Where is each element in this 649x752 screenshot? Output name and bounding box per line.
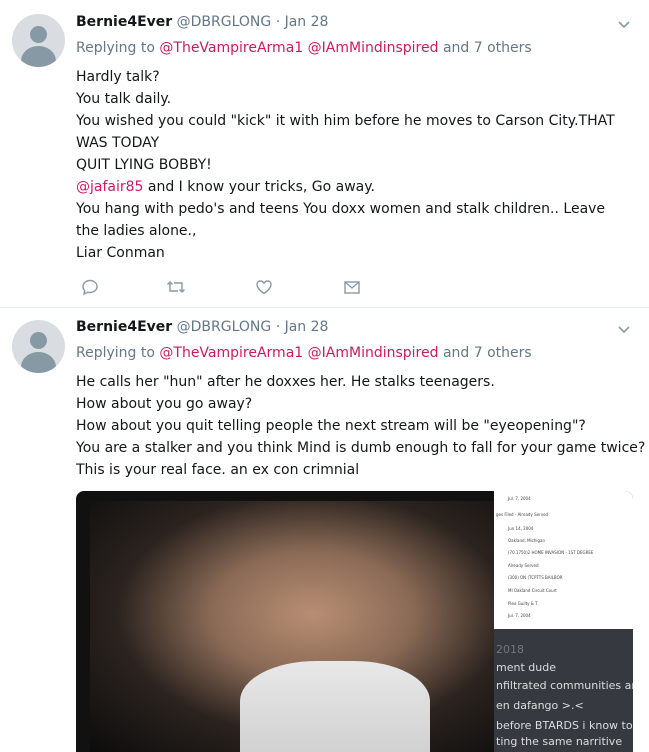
display-name[interactable]: Bernie4Ever	[76, 14, 172, 30]
doc-line: (300) ON (TCPTTS BAILBOR	[508, 575, 563, 580]
doc-line: Jul. 7, 2004	[508, 613, 531, 618]
reply-icon[interactable]	[80, 278, 100, 298]
replying-to: Replying to @TheVampireArma1 @IAmMindins…	[76, 40, 532, 56]
tweet-header: Bernie4Ever @DBRGLONG · Jan 28	[76, 319, 328, 335]
tweet-line: Liar Conman	[76, 245, 165, 261]
tweet-line: Hardly talk?	[76, 69, 160, 85]
tweet[interactable]: Bernie4Ever @DBRGLONG · Jan 28 Replying …	[0, 308, 649, 752]
avatar[interactable]	[12, 320, 65, 373]
dm-icon[interactable]	[342, 278, 362, 298]
chevron-down-icon[interactable]	[617, 18, 631, 32]
doc-line: Plea Guilty & T	[508, 601, 538, 606]
chat-line: ment dude	[496, 661, 556, 674]
chat-line: 2018	[496, 643, 524, 656]
tweet-line: How about you go away?	[76, 396, 253, 412]
tweet-line: You wished you could "kick" it with him …	[76, 113, 615, 151]
tweet-line: This is your real face. an ex con crimni…	[76, 462, 360, 478]
doc-line: Oakland, Michigan	[508, 538, 546, 543]
tweet-date[interactable]: Jan 28	[285, 14, 329, 30]
chat-line: before BTARDS i know to	[496, 719, 633, 732]
tweet-line: @jafair85 and I know your tricks, Go awa…	[76, 176, 631, 198]
display-name[interactable]: Bernie4Ever	[76, 319, 172, 335]
doc-line: (70.1750)2 HOME INVASION - 1ST DEGREE	[508, 550, 594, 555]
chevron-down-icon[interactable]	[617, 323, 631, 337]
doc-line: MI Oakland Circuit Court	[508, 588, 557, 593]
tweet-line: QUIT LYING BOBBY!	[76, 157, 212, 173]
separator-dot: ·	[275, 319, 281, 335]
tweet-line: He calls her "hun" after he doxxes her. …	[76, 374, 495, 390]
mention-link[interactable]: @TheVampireArma1	[159, 40, 303, 56]
court-record-image[interactable]: Jul. 7, 2004 ges Filed - Already Served …	[494, 491, 633, 629]
tweet[interactable]: Bernie4Ever @DBRGLONG · Jan 28 Replying …	[0, 0, 649, 308]
chat-screenshot[interactable]: 2018 ment dude nfiltrated communities an…	[494, 629, 633, 752]
tweet-line: You talk daily.	[76, 91, 172, 107]
mention-link[interactable]: @IAmMindinspired	[308, 40, 439, 56]
mugshot-photo[interactable]	[90, 501, 494, 752]
doc-line: ges Filed - Already Served	[496, 512, 549, 517]
user-handle[interactable]: @DBRGLONG	[177, 319, 272, 335]
tweet-line-text: and I know your tricks, Go away.	[147, 179, 375, 195]
doc-line: Already Served	[508, 563, 539, 568]
chat-line: nfiltrated communities an	[496, 679, 633, 692]
replying-prefix: Replying to	[76, 40, 155, 56]
chat-line: en dafango >.<	[496, 699, 584, 712]
replying-to: Replying to @TheVampireArma1 @IAmMindins…	[76, 345, 532, 361]
tweet-header: Bernie4Ever @DBRGLONG · Jan 28	[76, 14, 328, 30]
like-icon[interactable]	[254, 278, 274, 298]
tweet-text: He calls her "hun" after he doxxes her. …	[76, 371, 646, 481]
tweet-line: You hang with pedo's and teens You doxx …	[76, 201, 606, 239]
doc-line: Jul. 7, 2004	[508, 496, 531, 501]
tweet-text: Hardly talk? You talk daily. You wished …	[76, 66, 631, 264]
others-link[interactable]: and 7 others	[443, 345, 532, 361]
mention-link[interactable]: @IAmMindinspired	[308, 345, 439, 361]
tweet-media[interactable]: Jul. 7, 2004 ges Filed - Already Served …	[76, 491, 633, 752]
tweet-date[interactable]: Jan 28	[285, 319, 329, 335]
avatar[interactable]	[12, 14, 65, 67]
mention-link[interactable]: @jafair85	[76, 179, 143, 195]
user-handle[interactable]: @DBRGLONG	[177, 14, 272, 30]
tweet-line: You are a stalker and you think Mind is …	[76, 440, 646, 456]
retweet-icon[interactable]	[166, 278, 186, 298]
others-link[interactable]: and 7 others	[443, 40, 532, 56]
separator-dot: ·	[275, 14, 281, 30]
replying-prefix: Replying to	[76, 345, 155, 361]
mention-link[interactable]: @TheVampireArma1	[159, 345, 303, 361]
doc-line: Jun 14, 2004	[508, 526, 534, 531]
chat-line: ting the same narritive	[496, 735, 623, 748]
tweet-line: How about you quit telling people the ne…	[76, 418, 586, 434]
